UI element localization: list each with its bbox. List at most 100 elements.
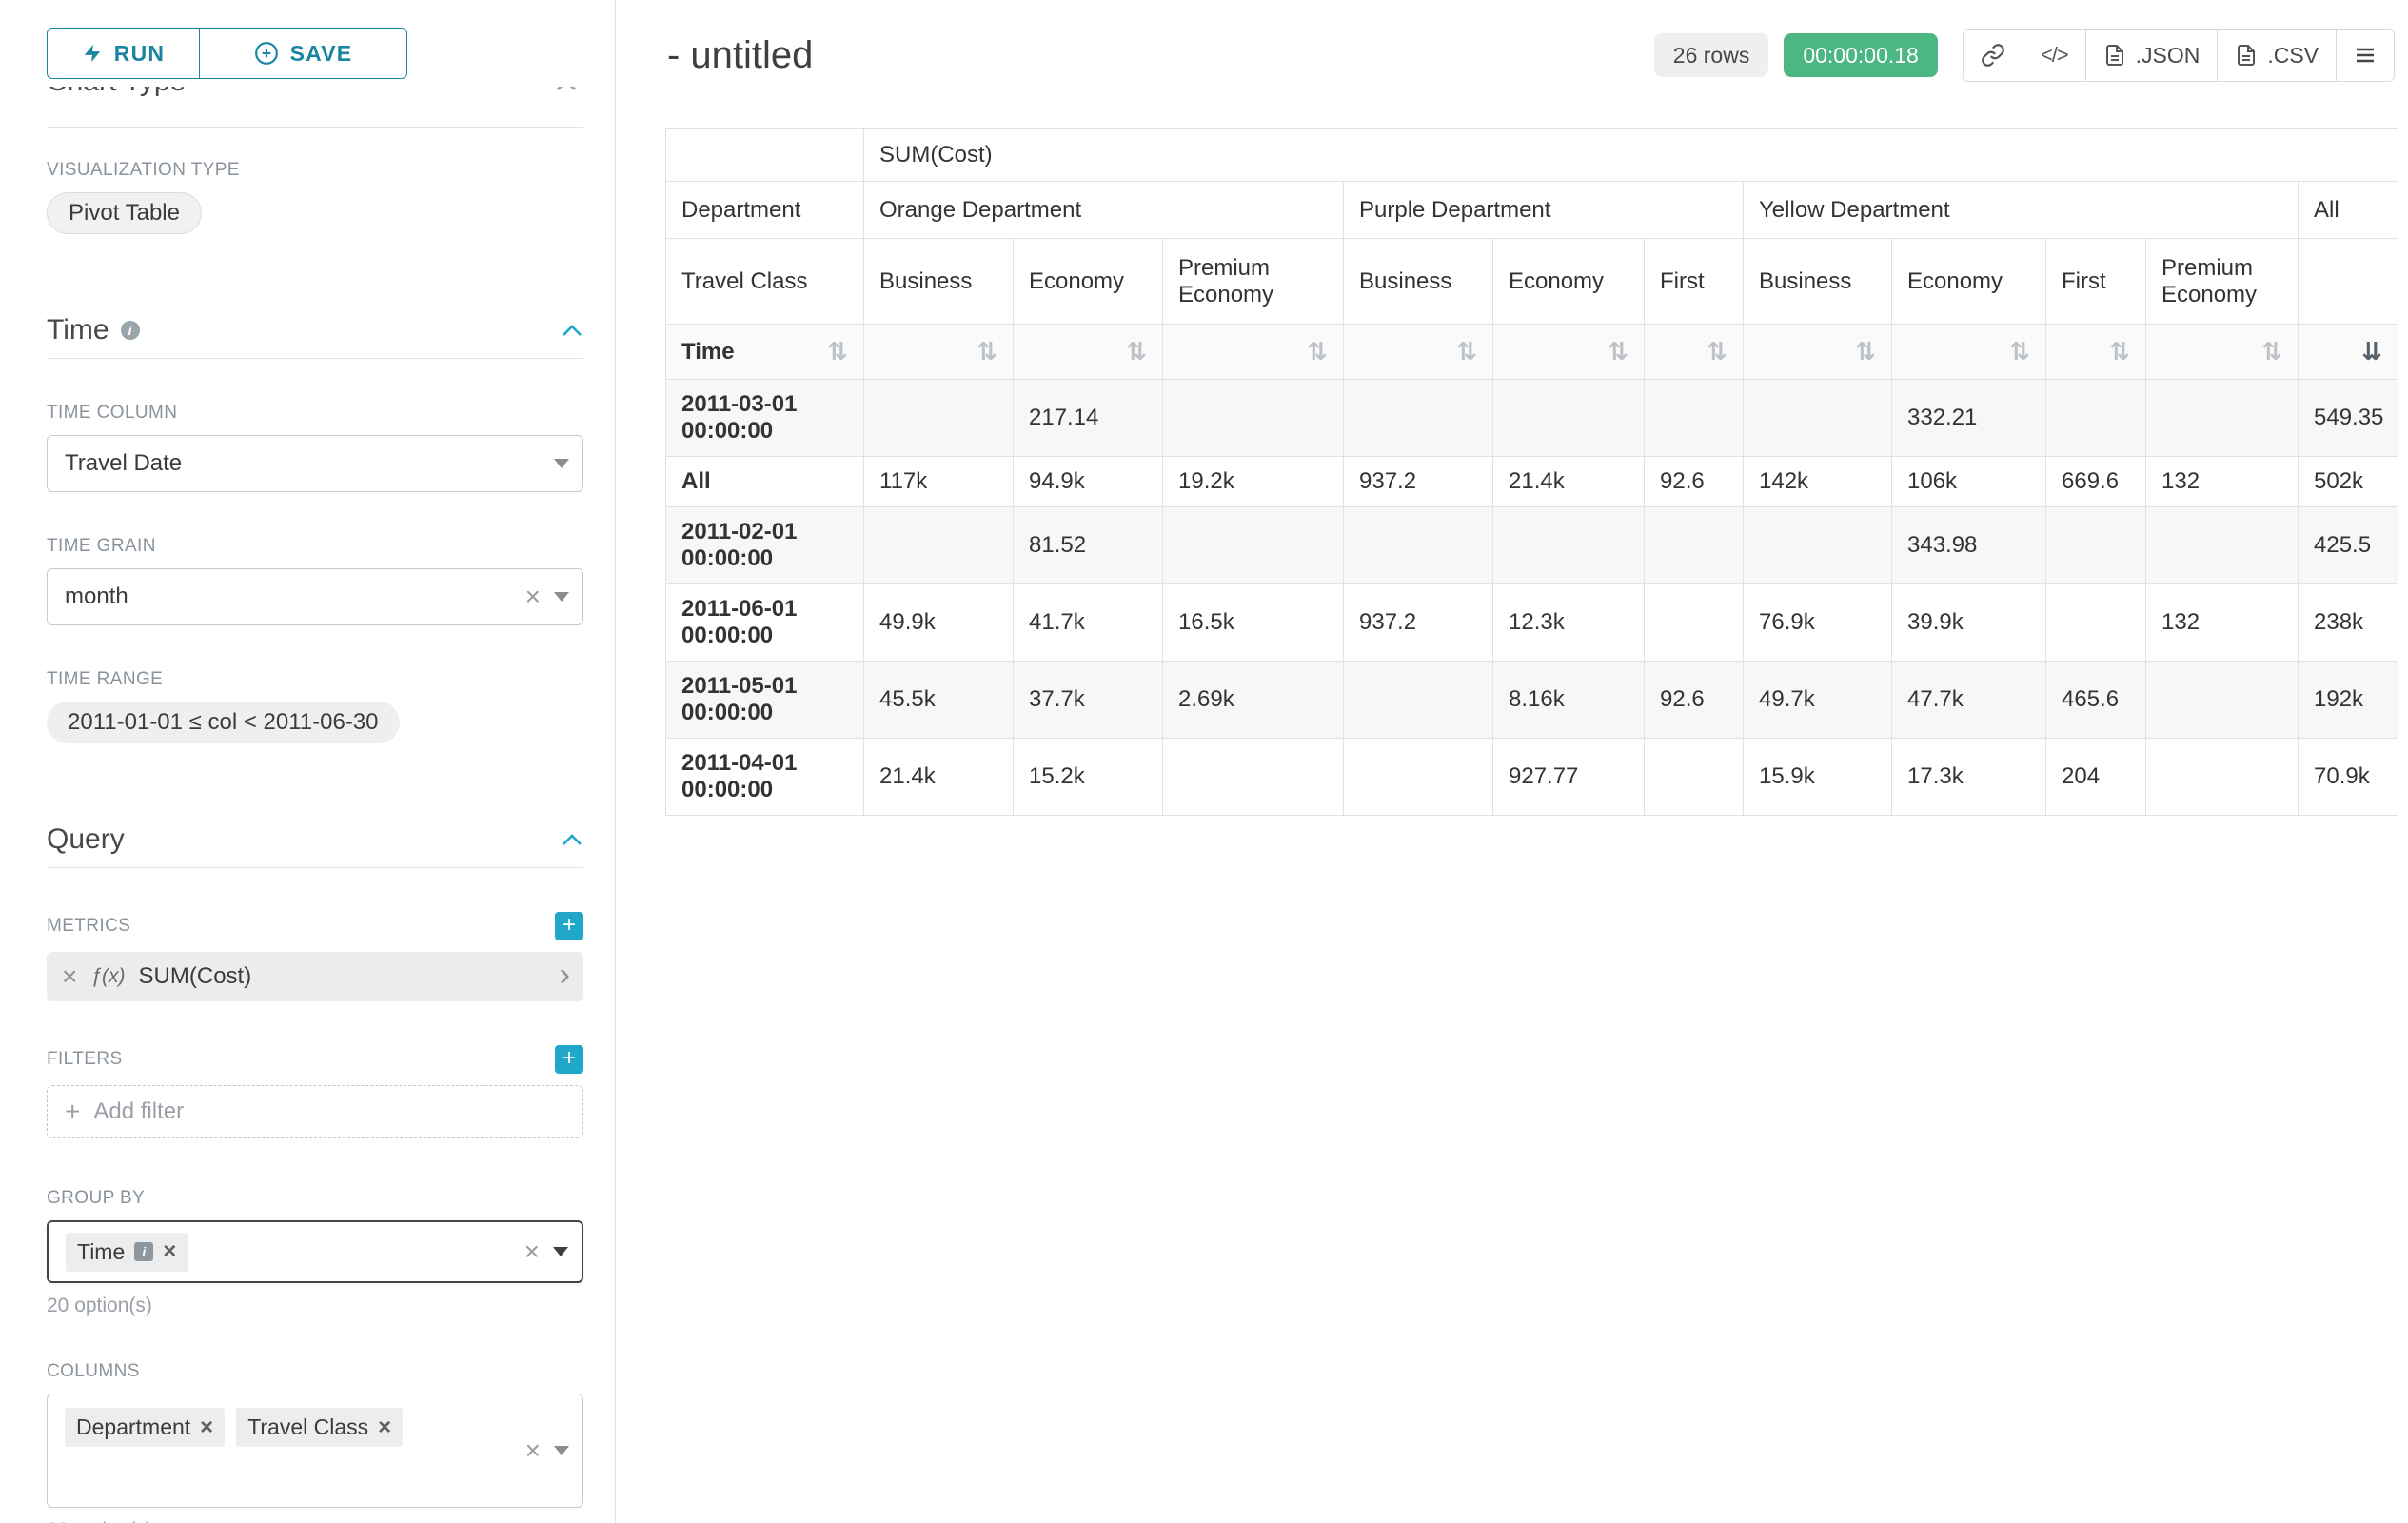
control-panel: RUN SAVE Chart Type VISUALIZATION TYPE P…: [0, 0, 616, 1523]
table-cell: [666, 129, 864, 182]
clear-icon[interactable]: ×: [524, 1238, 540, 1265]
filters-label: FILTERS: [47, 1049, 123, 1070]
add-metric-button[interactable]: +: [555, 912, 583, 940]
sort-icon[interactable]: ⇅: [977, 340, 997, 365]
time-section-header[interactable]: Time i: [47, 314, 583, 346]
table-cell: [2146, 380, 2299, 457]
pivot-table: SUM(Cost)DepartmentOrange DepartmentPurp…: [665, 128, 2398, 816]
table-cell: 425.5: [2299, 507, 2398, 584]
column-header: Economy: [1493, 239, 1645, 325]
export-csv-button[interactable]: .CSV: [2217, 29, 2337, 82]
table-cell: 70.9k: [2299, 739, 2398, 816]
add-filter-button[interactable]: +: [555, 1045, 583, 1074]
save-button[interactable]: SAVE: [199, 28, 407, 79]
chevron-up-icon[interactable]: [561, 832, 583, 847]
table-cell: 47.7k: [1892, 662, 2046, 739]
row-count-badge: 26 rows: [1654, 33, 1769, 77]
metric-item[interactable]: × ƒ(x) SUM(Cost) ›: [47, 952, 583, 1001]
file-icon: [2103, 43, 2126, 68]
table-cell: ⇅: [1744, 325, 1892, 380]
table-cell: [2146, 662, 2299, 739]
chevron-down-icon[interactable]: [554, 1446, 569, 1455]
query-timer-badge: 00:00:00.18: [1784, 33, 1938, 77]
row-label: 2011-06-01 00:00:00: [666, 584, 864, 662]
column-header: Business: [1744, 239, 1892, 325]
table-cell: [2046, 380, 2146, 457]
table-cell: 217.14: [1014, 380, 1163, 457]
view-query-button[interactable]: </>: [2023, 29, 2086, 82]
table-cell: 21.4k: [1493, 457, 1645, 507]
group-by-label: GROUP BY: [47, 1188, 583, 1209]
query-section-header[interactable]: Query: [47, 823, 583, 856]
table-cell: 94.9k: [1014, 457, 1163, 507]
row-label: 2011-03-01 00:00:00: [666, 380, 864, 457]
column-header: Business: [1344, 239, 1493, 325]
export-json-button[interactable]: .JSON: [2085, 29, 2219, 82]
group-by-select[interactable]: Timei× ×: [47, 1220, 583, 1283]
info-icon: i: [121, 321, 140, 340]
chevron-down-icon[interactable]: [554, 459, 569, 468]
table-cell: [1344, 507, 1493, 584]
row-label: 2011-02-01 00:00:00: [666, 507, 864, 584]
time-range-label: TIME RANGE: [47, 669, 583, 690]
table-cell: [1344, 380, 1493, 457]
remove-tag-icon[interactable]: ×: [378, 1416, 391, 1439]
sort-icon[interactable]: ⇅: [827, 340, 848, 365]
time-range-pill[interactable]: 2011-01-01 ≤ col < 2011-06-30: [47, 702, 400, 743]
table-cell: 132: [2146, 584, 2299, 662]
remove-tag-icon[interactable]: ×: [163, 1240, 176, 1263]
table-cell: 132: [2146, 457, 2299, 507]
chevron-right-icon[interactable]: ›: [560, 959, 570, 991]
chevron-down-icon[interactable]: [553, 1247, 568, 1256]
link-icon: [1981, 43, 2005, 68]
sort-icon[interactable]: ⇅: [1456, 340, 1477, 365]
sort-icon[interactable]: ⇊: [2361, 340, 2382, 365]
chart-type-section-header[interactable]: Chart Type: [47, 87, 583, 115]
table-row: 2011-04-01 00:00:0021.4k15.2k927.7715.9k…: [666, 739, 2398, 816]
viz-type-pill[interactable]: Pivot Table: [47, 192, 202, 234]
table-cell: [1493, 380, 1645, 457]
group-by-options-hint: 20 option(s): [47, 1295, 583, 1317]
table-cell: 937.2: [1344, 584, 1493, 662]
sort-icon[interactable]: ⇅: [1707, 340, 1727, 365]
remove-metric-icon[interactable]: ×: [62, 963, 77, 990]
table-cell: [864, 507, 1014, 584]
clear-icon[interactable]: ×: [525, 583, 541, 610]
remove-tag-icon[interactable]: ×: [200, 1416, 213, 1439]
add-filter-input[interactable]: + Add filter: [47, 1085, 583, 1138]
value-tag[interactable]: Department×: [65, 1408, 225, 1447]
clear-icon[interactable]: ×: [525, 1437, 541, 1464]
time-column-select[interactable]: Travel Date: [47, 435, 583, 492]
table-cell: [1645, 739, 1744, 816]
row-label: All: [666, 457, 864, 507]
table-cell: ⇅: [864, 325, 1014, 380]
table-cell: ⇅: [2146, 325, 2299, 380]
col-dimension-header: Department: [666, 182, 864, 239]
chart-title[interactable]: - untitled: [667, 34, 813, 77]
menu-button[interactable]: [2336, 29, 2395, 82]
export-csv-label: .CSV: [2267, 43, 2319, 69]
table-cell: 15.2k: [1014, 739, 1163, 816]
time-grain-select[interactable]: month ×: [47, 568, 583, 625]
row-label: 2011-04-01 00:00:00: [666, 739, 864, 816]
sort-icon[interactable]: ⇅: [1307, 340, 1328, 365]
value-tag[interactable]: Travel Class×: [236, 1408, 403, 1447]
sort-icon[interactable]: ⇅: [1855, 340, 1876, 365]
sort-icon[interactable]: ⇅: [2009, 340, 2030, 365]
value-tag[interactable]: Timei×: [66, 1233, 188, 1272]
run-button[interactable]: RUN: [47, 28, 199, 79]
group-header: All: [2299, 182, 2398, 239]
chevron-up-icon[interactable]: [561, 323, 583, 338]
sort-icon[interactable]: ⇅: [1126, 340, 1147, 365]
table-cell: [1645, 380, 1744, 457]
table-cell: ⇅: [1014, 325, 1163, 380]
run-save-group: RUN SAVE: [47, 28, 583, 79]
sort-icon[interactable]: ⇅: [2261, 340, 2282, 365]
columns-select[interactable]: Department× Travel Class× ×: [47, 1394, 583, 1508]
code-icon: </>: [2041, 43, 2068, 68]
plus-circle-icon: [254, 41, 279, 66]
chevron-down-icon[interactable]: [554, 592, 569, 602]
share-link-button[interactable]: [1963, 29, 2023, 82]
sort-icon[interactable]: ⇅: [2109, 340, 2130, 365]
sort-icon[interactable]: ⇅: [1608, 340, 1628, 365]
